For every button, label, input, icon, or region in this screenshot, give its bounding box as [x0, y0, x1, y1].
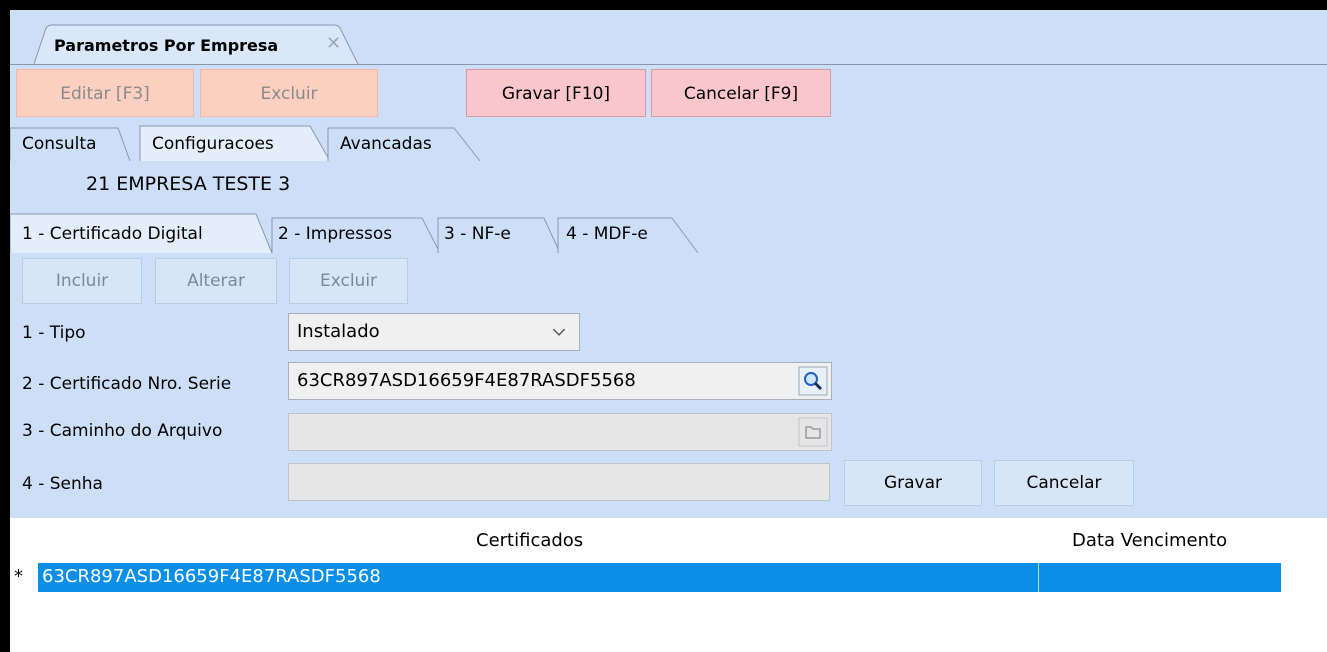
excluir-button[interactable]: Excluir: [289, 258, 408, 304]
gravar-button[interactable]: Gravar: [844, 460, 982, 506]
certificado-cell: 63CR897ASD16659F4E87RASDF5568: [42, 566, 381, 587]
cancelar-toolbar-button[interactable]: Cancelar [F9]: [651, 69, 831, 117]
search-icon[interactable]: [798, 366, 828, 396]
alterar-button[interactable]: Alterar: [155, 258, 277, 304]
company-name: EMPRESA TESTE 3: [116, 173, 291, 195]
company-code: 21: [86, 173, 111, 195]
folder-icon[interactable]: [798, 417, 828, 447]
tipo-select[interactable]: Instalado: [288, 313, 580, 351]
close-icon[interactable]: ✕: [326, 33, 341, 54]
tab-strip-line: [10, 64, 1327, 65]
company-header: 21 EMPRESA TESTE 3: [86, 173, 290, 195]
editar-button[interactable]: Editar [F3]: [16, 69, 194, 117]
tipo-label: 1 - Tipo: [22, 323, 86, 343]
excluir-toolbar-button[interactable]: Excluir: [200, 69, 378, 117]
document-tab-title: Parametros Por Empresa: [54, 36, 279, 55]
tipo-value: Instalado: [297, 321, 380, 342]
senha-field[interactable]: [288, 463, 830, 501]
senha-label: 4 - Senha: [22, 474, 103, 494]
chevron-down-icon[interactable]: [539, 314, 579, 350]
tab-certificado-digital[interactable]: 1 - Certificado Digital: [22, 224, 203, 244]
serie-value: 63CR897ASD16659F4E87RASDF5568: [297, 370, 636, 391]
tab-mdfe[interactable]: 4 - MDF-e: [566, 224, 648, 244]
grid-header-data-vencimento[interactable]: Data Vencimento: [1072, 530, 1227, 558]
tab-avancadas[interactable]: Avancadas: [340, 134, 432, 154]
tab-configuracoes[interactable]: Configuracoes: [152, 134, 274, 154]
gravar-toolbar-button[interactable]: Gravar [F10]: [466, 69, 646, 117]
grid-header-certificados[interactable]: Certificados: [476, 530, 583, 558]
tab-consulta[interactable]: Consulta: [22, 134, 96, 154]
tab-nfe[interactable]: 3 - NF-e: [444, 224, 511, 244]
document-tab[interactable]: Parametros Por Empresa ✕: [34, 24, 360, 65]
window-border-left: [0, 0, 10, 652]
tab-impressos[interactable]: 2 - Impressos: [278, 224, 392, 244]
row-marker: *: [14, 566, 23, 587]
caminho-label: 3 - Caminho do Arquivo: [22, 421, 223, 441]
serie-label: 2 - Certificado Nro. Serie: [22, 374, 232, 394]
window-border-top: [0, 0, 1327, 10]
serie-field[interactable]: 63CR897ASD16659F4E87RASDF5568: [288, 362, 832, 400]
cancelar-button[interactable]: Cancelar: [994, 460, 1134, 506]
caminho-field[interactable]: [288, 413, 832, 451]
table-row[interactable]: 63CR897ASD16659F4E87RASDF5568: [38, 563, 1281, 592]
incluir-button[interactable]: Incluir: [22, 258, 142, 304]
column-separator: [1038, 563, 1039, 592]
